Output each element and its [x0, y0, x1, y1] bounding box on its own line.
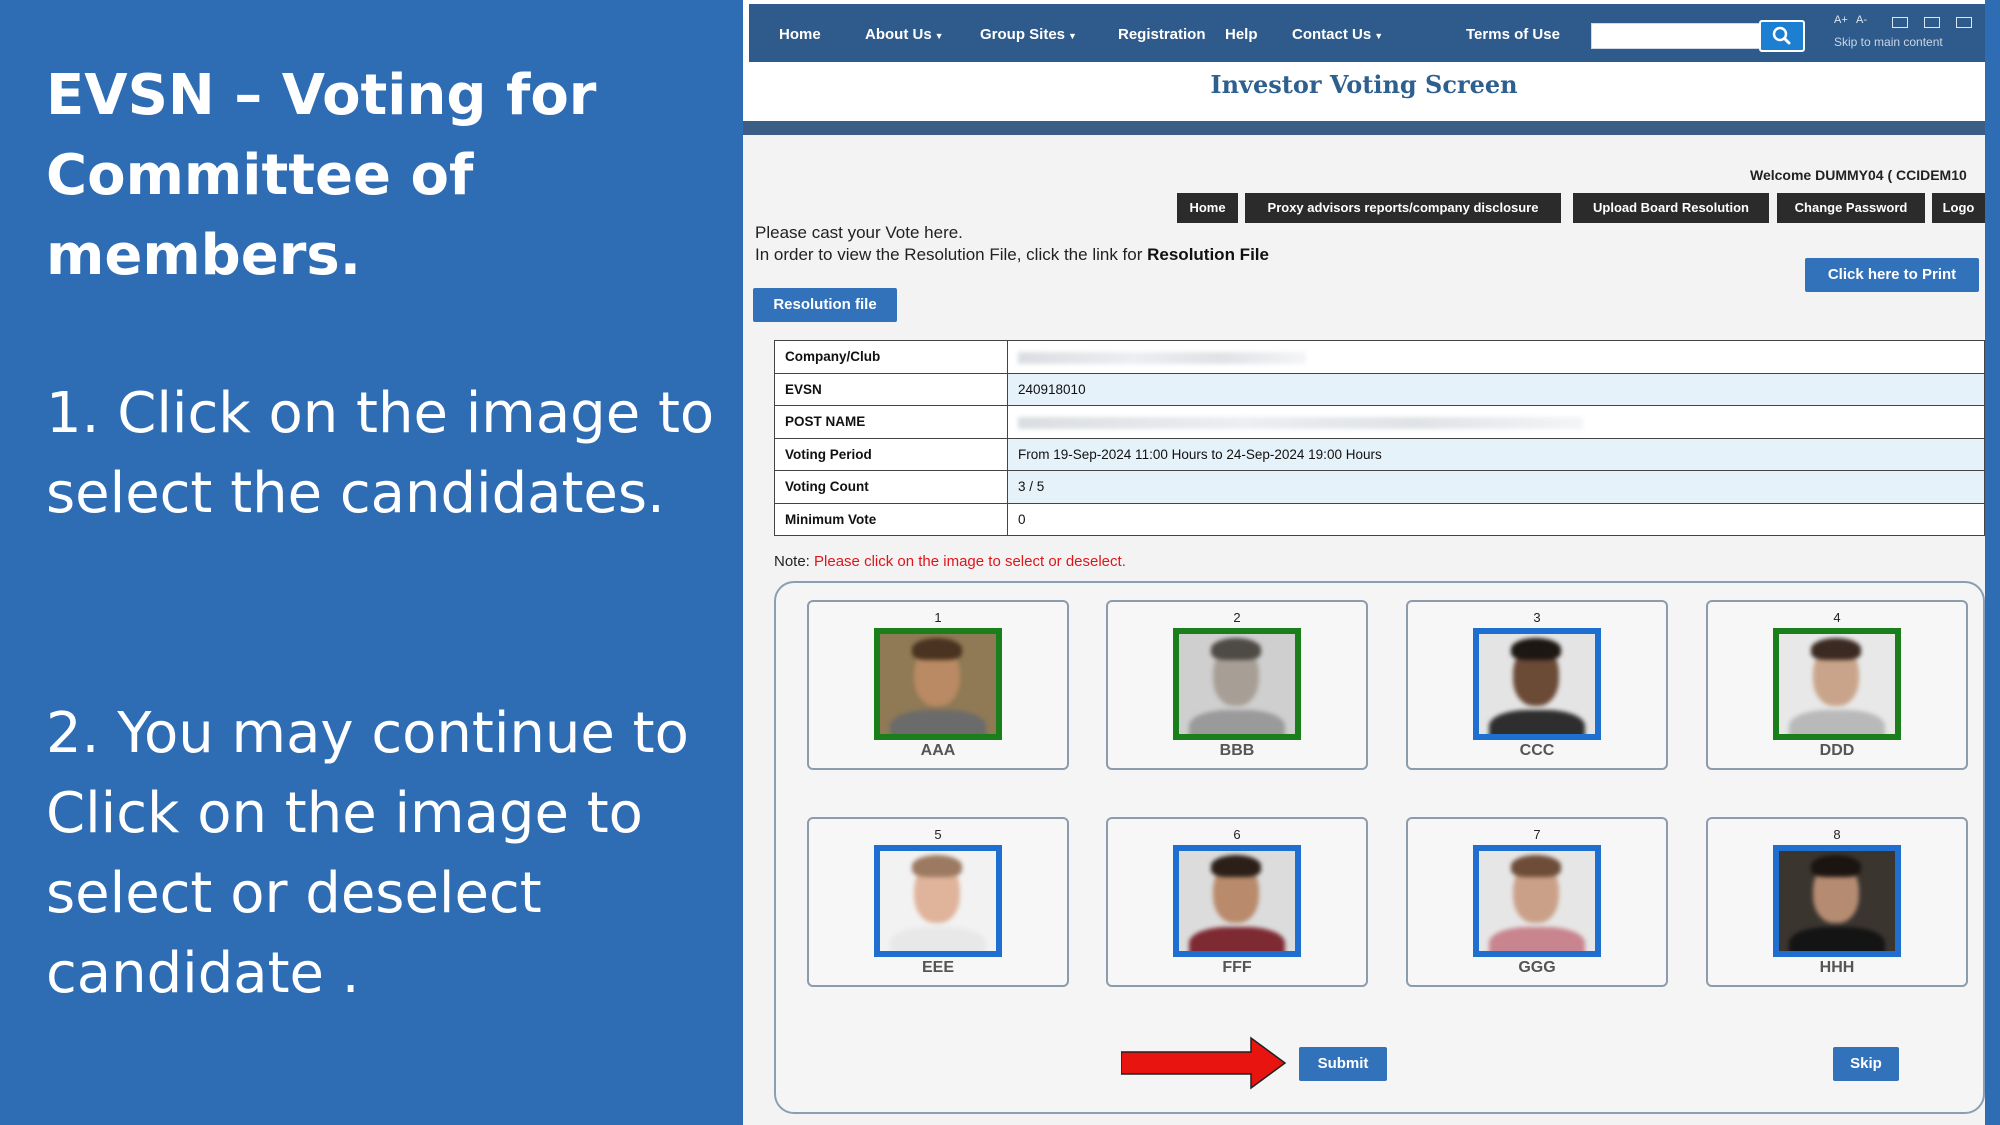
instruction-panel: EVSN – Voting for Committee of members. … — [0, 0, 743, 1125]
user-home-button[interactable]: Home — [1177, 193, 1238, 223]
candidate-card-6[interactable]: 6 FFF — [1106, 817, 1368, 987]
sitemap-icon[interactable] — [1924, 17, 1940, 28]
instruction-step-1: 1. Click on the image to select the cand… — [46, 381, 715, 526]
candidate-number: 2 — [1233, 610, 1241, 625]
candidate-photo[interactable] — [1173, 628, 1301, 740]
submit-button[interactable]: Submit — [1299, 1047, 1387, 1081]
candidate-name: BBB — [1219, 742, 1255, 759]
nav-group-sites[interactable]: Group Sites ▼ — [980, 4, 1077, 62]
table-row: Company/Club — [774, 340, 1985, 374]
candidate-number: 8 — [1833, 827, 1841, 842]
nav-help[interactable]: Help — [1225, 4, 1258, 62]
resolution-file-button[interactable]: Resolution file — [753, 288, 897, 322]
company-label: Company/Club — [774, 340, 1008, 374]
resolution-file-label: Resolution File — [1147, 245, 1269, 264]
font-decrease-button[interactable]: A- — [1856, 14, 1867, 26]
candidate-card-4[interactable]: 4 DDD — [1706, 600, 1968, 770]
nav-about-us[interactable]: About Us ▼ — [865, 4, 944, 62]
candidate-name: DDD — [1819, 742, 1855, 759]
nav-terms-of-use[interactable]: Terms of Use — [1466, 4, 1560, 62]
print-button[interactable]: Click here to Print — [1805, 258, 1979, 292]
vote-instruction: Please cast your Vote here. — [755, 223, 963, 242]
candidate-photo[interactable] — [1473, 628, 1601, 740]
slide-title: EVSN – Voting for Committee of members. — [46, 63, 597, 288]
candidate-card-5[interactable]: 5 EEE — [807, 817, 1069, 987]
skip-button[interactable]: Skip — [1833, 1047, 1899, 1081]
voting-count-value: 3 / 5 — [1007, 470, 1985, 504]
candidate-name: AAA — [920, 742, 956, 759]
candidate-number: 5 — [934, 827, 942, 842]
page-title: Investor Voting Screen — [1210, 70, 1518, 99]
nav-contact-us[interactable]: Contact Us ▼ — [1292, 4, 1383, 62]
candidate-card-2[interactable]: 2 BBB — [1106, 600, 1368, 770]
search-input[interactable] — [1591, 23, 1761, 49]
title-divider — [743, 121, 1985, 135]
candidate-card-1[interactable]: 1 AAA — [807, 600, 1069, 770]
evsn-value: 240918010 — [1007, 372, 1985, 406]
candidate-name: EEE — [921, 959, 954, 976]
voting-period-label: Voting Period — [774, 437, 1008, 471]
candidate-number: 1 — [934, 610, 942, 625]
candidate-photo[interactable] — [1473, 845, 1601, 957]
note-warning-text: Please click on the image to select or d… — [814, 553, 1126, 570]
table-row: Voting Period From 19-Sep-2024 11:00 Hou… — [774, 437, 1985, 471]
search-icon — [1772, 26, 1791, 45]
candidate-name: FFF — [1222, 959, 1252, 976]
minimum-vote-label: Minimum Vote — [774, 502, 1008, 536]
candidate-number: 4 — [1833, 610, 1841, 625]
candidate-photo[interactable] — [874, 845, 1002, 957]
instruction-step-2: 2. You may continue to Click on the imag… — [46, 701, 689, 1006]
mail-icon[interactable] — [1956, 17, 1972, 28]
font-increase-button[interactable]: A+ — [1834, 14, 1848, 26]
candidate-photo[interactable] — [874, 628, 1002, 740]
candidate-card-8[interactable]: 8 HHH — [1706, 817, 1968, 987]
voting-period-value: From 19-Sep-2024 11:00 Hours to 24-Sep-2… — [1007, 437, 1985, 471]
search-button[interactable] — [1759, 20, 1805, 52]
table-row: Minimum Vote 0 — [774, 502, 1985, 536]
top-navbar: Home About Us ▼ Group Sites ▼ Registration… — [749, 4, 1985, 62]
selection-note: Note: Please click on the image to selec… — [774, 553, 1126, 570]
election-info-table: Company/Club EVSN 240918010 POST NAME Vo… — [774, 340, 1985, 536]
candidate-name: CCC — [1519, 742, 1555, 759]
company-value-redacted — [1007, 340, 1985, 374]
candidate-card-3[interactable]: 3 CCC — [1406, 600, 1668, 770]
logout-button[interactable]: Logo — [1932, 193, 1985, 223]
post-name-value-redacted — [1007, 405, 1985, 439]
candidate-name: GGG — [1518, 959, 1556, 976]
candidate-name: HHH — [1819, 959, 1855, 976]
resolution-instruction: In order to view the Resolution File, cl… — [755, 245, 1269, 264]
table-row: Voting Count 3 / 5 — [774, 470, 1985, 504]
minimum-vote-value: 0 — [1007, 502, 1985, 536]
skip-to-main-link[interactable]: Skip to main content — [1834, 35, 1943, 49]
evsn-label: EVSN — [774, 372, 1008, 406]
candidate-photo[interactable] — [1773, 628, 1901, 740]
post-name-label: POST NAME — [774, 405, 1008, 439]
slide-edge — [1985, 0, 2000, 1125]
welcome-text: Welcome DUMMY04 ( CCIDEM10 — [1750, 167, 1967, 183]
nav-home[interactable]: Home — [779, 4, 821, 62]
candidate-number: 6 — [1233, 827, 1241, 842]
caret-down-icon: ▼ — [1374, 31, 1384, 41]
candidate-number: 7 — [1533, 827, 1541, 842]
candidate-photo[interactable] — [1773, 845, 1901, 957]
caret-down-icon: ▼ — [934, 31, 944, 41]
upload-board-resolution-button[interactable]: Upload Board Resolution — [1573, 193, 1769, 223]
candidate-photo[interactable] — [1173, 845, 1301, 957]
accessibility-tools: A+ A- — [1834, 14, 1984, 30]
table-row: EVSN 240918010 — [774, 372, 1985, 406]
candidate-number: 3 — [1533, 610, 1541, 625]
arrow-icon — [1121, 1036, 1287, 1090]
voting-count-label: Voting Count — [774, 470, 1008, 504]
voting-screenshot: Home About Us ▼ Group Sites ▼ Registration… — [743, 0, 1985, 1125]
nav-registration[interactable]: Registration — [1118, 4, 1206, 62]
table-row: POST NAME — [774, 405, 1985, 439]
proxy-reports-button[interactable]: Proxy advisors reports/company disclosur… — [1245, 193, 1561, 223]
candidate-card-7[interactable]: 7 GGG — [1406, 817, 1668, 987]
caret-down-icon: ▼ — [1068, 31, 1077, 41]
change-password-button[interactable]: Change Password — [1777, 193, 1925, 223]
contrast-icon[interactable] — [1892, 17, 1908, 28]
